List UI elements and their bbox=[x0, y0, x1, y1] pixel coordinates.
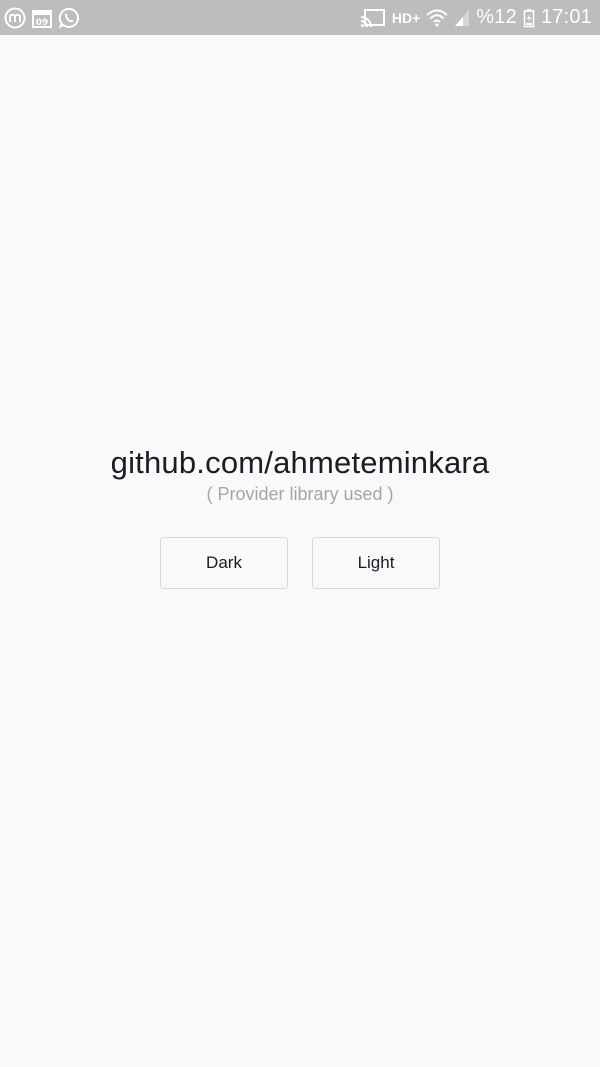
page-title: github.com/ahmeteminkara bbox=[110, 445, 490, 480]
status-bar-right: HD+ %12 17:01 bbox=[354, 0, 592, 35]
light-theme-button[interactable]: Light bbox=[312, 537, 440, 589]
status-bar: 09 HD+ %12 17:01 bbox=[0, 0, 600, 35]
dark-theme-button[interactable]: Dark bbox=[160, 537, 288, 589]
calendar-day-text: 09 bbox=[36, 18, 49, 28]
battery-icon bbox=[523, 8, 535, 28]
page-subtitle: ( Provider library used ) bbox=[206, 484, 394, 504]
cast-icon bbox=[360, 8, 386, 28]
whatsapp-icon bbox=[58, 7, 80, 29]
battery-percent-text: %12 bbox=[476, 6, 517, 28]
status-bar-left: 09 bbox=[4, 0, 85, 35]
signal-icon bbox=[454, 9, 470, 27]
main-content: github.com/ahmeteminkara ( Provider libr… bbox=[0, 35, 600, 1067]
calendar-icon: 09 bbox=[31, 7, 53, 29]
network-type-label: HD+ bbox=[391, 9, 421, 26]
wifi-icon bbox=[426, 9, 448, 27]
clock-text: 17:01 bbox=[540, 6, 592, 28]
m-app-icon bbox=[4, 7, 26, 29]
